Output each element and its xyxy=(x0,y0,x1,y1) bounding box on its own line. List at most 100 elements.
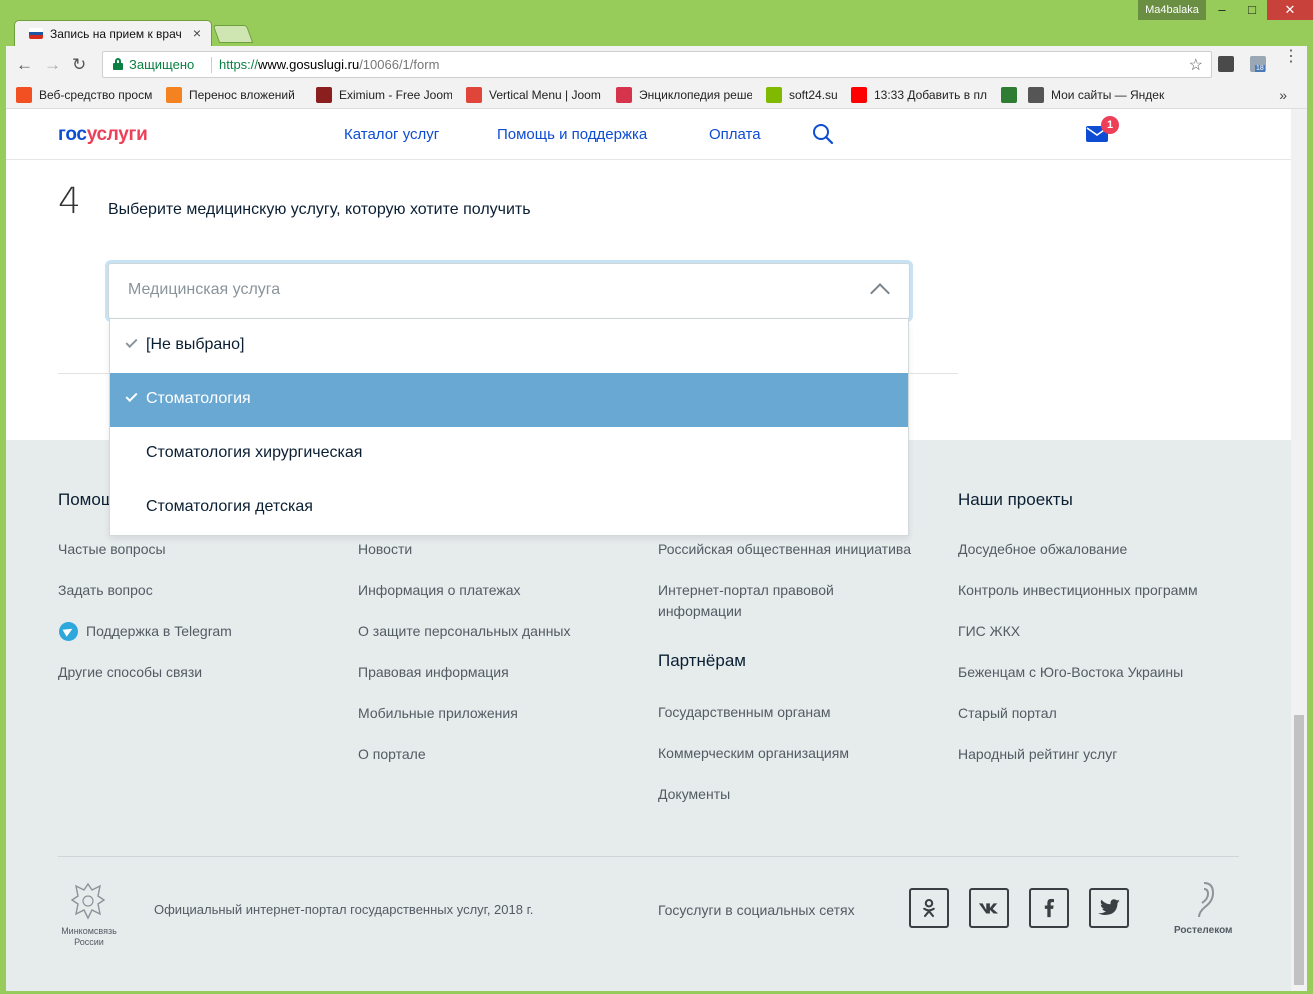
option-label: Стоматология xyxy=(146,390,251,407)
joomla-icon xyxy=(166,87,182,103)
scrollbar-thumb[interactable] xyxy=(1294,715,1304,985)
footer-link-refugees[interactable]: Беженцам с Юго-Востока Украины xyxy=(958,662,1183,683)
footer-link-contacts[interactable]: Другие способы связи xyxy=(58,662,202,683)
nav-help[interactable]: Помощь и поддержка xyxy=(497,126,647,143)
footer-link-documents[interactable]: Документы xyxy=(658,784,730,805)
step-number: 4 xyxy=(58,181,81,222)
chevron-up-icon[interactable] xyxy=(870,283,890,303)
service-dropdown: [Не выбрано] Стоматология Стоматология хир… xyxy=(109,319,909,536)
footer-link-payments-info[interactable]: Информация о платежах xyxy=(358,580,521,601)
option-label: [Не выбрано] xyxy=(146,336,245,353)
bookmark-item[interactable]: Веб-средство просм xyxy=(16,87,152,103)
bookmark-item[interactable]: soft24.su xyxy=(766,87,838,103)
extension-icon[interactable] xyxy=(1218,56,1234,72)
page-scrollbar[interactable] xyxy=(1291,109,1307,991)
footer-projects-heading: Наши проекты xyxy=(958,490,1073,509)
lock-icon xyxy=(113,58,123,70)
footer-link-investment[interactable]: Контроль инвестиционных программ xyxy=(958,580,1198,601)
vk-icon[interactable] xyxy=(969,888,1009,928)
secure-label: Защищено xyxy=(129,57,195,72)
footer-divider xyxy=(58,856,1239,857)
encyclopedia-icon xyxy=(616,87,632,103)
footer-link-ask[interactable]: Задать вопрос xyxy=(58,580,153,601)
gosuslugi-logo[interactable]: госуслуги xyxy=(58,124,148,146)
window-controls: – □ ✕ xyxy=(1207,0,1313,20)
youtube-icon xyxy=(851,87,867,103)
footer-link-legal[interactable]: Правовая информация xyxy=(358,662,509,683)
search-icon[interactable] xyxy=(812,123,834,145)
reload-button[interactable]: ↻ xyxy=(72,55,86,75)
bookmark-item[interactable]: Мои сайты — Яндек xyxy=(1028,87,1168,103)
address-bar[interactable]: Защищено https://www.gosuslugi.ru/10066/… xyxy=(102,51,1212,78)
browser-window: Запись на прием к врач × Ma4balaka – □ ✕… xyxy=(0,0,1313,994)
footer-link-commercial[interactable]: Коммерческим организациям xyxy=(658,743,849,764)
tab-title: Запись на прием к врач xyxy=(50,27,182,41)
eximium-icon xyxy=(316,87,332,103)
social-label: Госуслуги в социальных сетях xyxy=(658,902,855,918)
browser-menu-icon[interactable]: ⋮ xyxy=(1283,49,1299,65)
dropdown-option[interactable]: Стоматология детская xyxy=(110,481,908,535)
ms-icon xyxy=(16,87,32,103)
dropdown-option[interactable]: Стоматология xyxy=(110,373,908,427)
forward-button[interactable]: → xyxy=(44,55,61,75)
emblem-caption: Минкомсвязь России xyxy=(61,926,117,947)
bookmark-item[interactable]: Энциклопедия реше xyxy=(616,87,752,103)
nav-payment[interactable]: Оплата xyxy=(709,126,761,143)
bookmark-item[interactable]: Eximium - Free Jooml xyxy=(316,87,452,103)
new-tab-button[interactable] xyxy=(212,25,254,43)
medical-service-select[interactable]: Медицинская услуга xyxy=(108,263,910,319)
russia-flag-icon xyxy=(29,28,43,39)
rostelecom-label: Ростелеком xyxy=(1174,925,1233,936)
footer-link-appeal[interactable]: Досудебное обжалование xyxy=(958,539,1127,560)
dropdown-option[interactable]: [Не выбрано] xyxy=(110,319,908,373)
footer-link-rating[interactable]: Народный рейтинг услуг xyxy=(958,744,1117,765)
footer-link-gov[interactable]: Государственным органам xyxy=(658,702,831,723)
ms-icon xyxy=(766,87,782,103)
footer-link-legal-portal[interactable]: Интернет-портал правовой xyxy=(658,580,834,601)
dropdown-option[interactable]: Стоматология хирургическая xyxy=(110,427,908,481)
tab-strip: Запись на прием к врач × Ma4balaka – □ ✕ xyxy=(0,0,1313,46)
page-icon xyxy=(1001,87,1017,103)
close-window-button[interactable]: ✕ xyxy=(1267,0,1313,20)
profile-badge[interactable]: Ma4balaka xyxy=(1138,0,1206,20)
minimize-button[interactable]: – xyxy=(1207,0,1237,20)
twitter-icon[interactable] xyxy=(1089,888,1129,928)
browser-tab[interactable]: Запись на прием к врач × xyxy=(14,20,212,46)
chrome-icon xyxy=(466,87,482,103)
telegram-icon xyxy=(59,622,78,641)
footer-link-legal-portal-line2[interactable]: информации xyxy=(658,601,742,622)
rostelecom-logo-icon xyxy=(1198,882,1215,918)
back-button[interactable]: ← xyxy=(16,55,33,75)
footer-link-old-portal[interactable]: Старый портал xyxy=(958,703,1057,724)
url-text: https://www.gosuslugi.ru/10066/1/form xyxy=(219,57,440,72)
browser-toolbar: ← → ↻ Защищено https://www.gosuslugi.ru/… xyxy=(6,46,1307,82)
bookmark-item[interactable]: 13:33 Добавить в пл xyxy=(851,87,987,103)
footer-link-gis[interactable]: ГИС ЖКХ xyxy=(958,621,1020,642)
bookmark-star-icon[interactable]: ☆ xyxy=(1189,55,1203,75)
option-label: Стоматология детская xyxy=(146,498,313,515)
maximize-button[interactable]: □ xyxy=(1237,0,1267,20)
bookmark-item[interactable] xyxy=(1001,87,1021,103)
nav-catalog[interactable]: Каталог услуг xyxy=(344,126,439,143)
tab-close-icon[interactable]: × xyxy=(193,25,201,41)
footer-link-about[interactable]: О портале xyxy=(358,744,426,765)
facebook-icon[interactable] xyxy=(1029,888,1069,928)
option-label: Стоматология хирургическая xyxy=(146,444,363,461)
footer-help-heading: Помощ xyxy=(58,490,115,509)
footer-link-news[interactable]: Новости xyxy=(358,539,412,560)
checkmark-icon xyxy=(125,389,138,403)
checkmark-icon xyxy=(125,335,138,349)
bookmark-item[interactable]: Перенос вложений xyxy=(166,87,302,103)
page-viewport: госуслуги Каталог услуг Помощь и поддерж… xyxy=(6,109,1291,991)
mail-count-badge: 1 xyxy=(1101,116,1119,134)
bookmarks-overflow-button[interactable]: » xyxy=(1279,87,1287,103)
footer-link-telegram[interactable]: Поддержка в Telegram xyxy=(86,621,232,642)
mail-extension-icon[interactable]: 18 xyxy=(1250,56,1266,72)
code-icon xyxy=(1028,87,1044,103)
odnoklassniki-icon[interactable] xyxy=(909,888,949,928)
footer-link-faq[interactable]: Частые вопросы xyxy=(58,539,166,560)
footer-link-privacy[interactable]: О защите персональных данных xyxy=(358,621,571,642)
footer-link-mobile[interactable]: Мобильные приложения xyxy=(358,703,518,724)
bookmark-item[interactable]: Vertical Menu | Joom xyxy=(466,87,602,103)
footer-link-roi[interactable]: Российская общественная инициатива xyxy=(658,539,911,560)
